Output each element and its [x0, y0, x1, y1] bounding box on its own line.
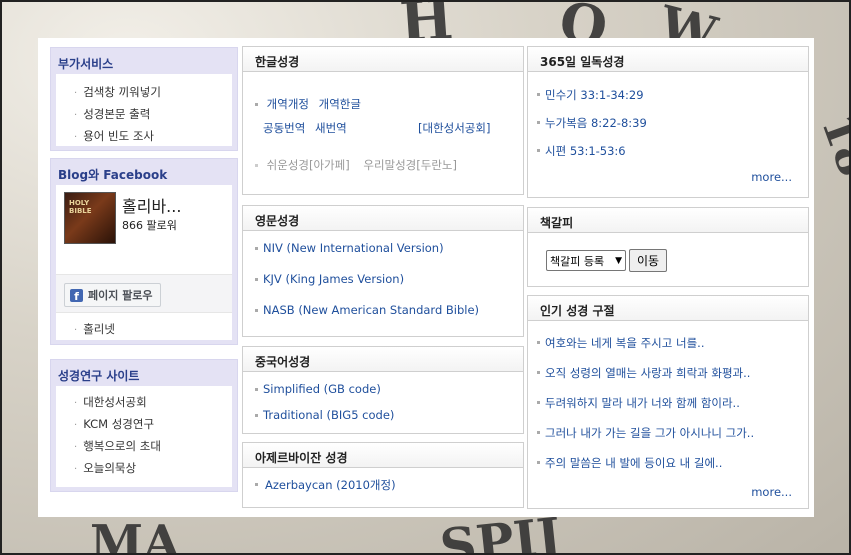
- research-item-bible-society[interactable]: · 대한성서공회: [74, 392, 232, 414]
- chinese-bible-title: 중국어성경: [243, 347, 523, 372]
- popular-more-link[interactable]: more...: [751, 485, 792, 499]
- azerbaijani-bible-list: Azerbaycan (2010개정): [243, 468, 523, 493]
- link-simplified[interactable]: Simplified (GB code): [255, 382, 523, 408]
- daily-item-psalms[interactable]: 시편 53:1-53:6: [537, 143, 808, 171]
- services-list: · 검색창 끼워넣기 · 성경본문 출력 · 용어 빈도 조사: [56, 74, 232, 152]
- chinese-bible-box: 중국어성경 Simplified (GB code) Traditional (…: [242, 346, 524, 434]
- link-kjv[interactable]: KJV (King James Version): [255, 272, 523, 303]
- page-thumbnail[interactable]: HOLY BIBLE: [64, 192, 116, 244]
- daily-reading-title: 365일 일독성경: [528, 47, 808, 72]
- daily-item-numbers[interactable]: 민수기 33:1-34:29: [537, 87, 808, 115]
- korean-bible-box: 한글성경 개역개정 개역한글 공동번역 새번역 [대한성서공회] 쉬운성경[아가…: [242, 46, 524, 195]
- bookmark-title: 책갈피: [528, 208, 808, 233]
- research-item-kcm[interactable]: · KCM 성경연구: [74, 414, 232, 436]
- daily-more-link[interactable]: more...: [751, 170, 792, 184]
- daily-reading-list: 민수기 33:1-34:29 누가복음 8:22-8:39 시편 53:1-53…: [528, 72, 808, 171]
- korean-bible-title: 한글성경: [243, 47, 523, 72]
- services-item-print[interactable]: · 성경본문 출력: [74, 104, 232, 126]
- blog-list: · 홀리넷: [56, 313, 232, 345]
- link-niv[interactable]: NIV (New International Version): [255, 241, 523, 272]
- azerbaijani-bible-title: 아제르바이잔 성경: [243, 443, 523, 468]
- services-title: 부가서비스: [58, 57, 114, 71]
- popular-verses-title: 인기 성경 구절: [528, 296, 808, 321]
- link-easy-bible[interactable]: 쉬운성경[아가페]: [267, 158, 350, 172]
- link-our-bible[interactable]: 우리말성경[두란노]: [363, 158, 457, 172]
- bookmark-go-button[interactable]: 이동: [629, 249, 668, 272]
- popular-verse-4[interactable]: 그러나 내가 가는 길을 그가 아시나니 그가..: [537, 425, 808, 455]
- research-title: 성경연구 사이트: [58, 369, 140, 383]
- blog-item-holynet[interactable]: · 홀리넷: [74, 319, 232, 341]
- link-azerbaycan[interactable]: Azerbaycan (2010개정): [255, 477, 523, 493]
- main-panel: 부가서비스 · 검색창 끼워넣기 · 성경본문 출력 · 용어 빈도 조사 Blog와…: [38, 38, 814, 517]
- chevron-down-icon: ▼: [615, 255, 622, 266]
- bookmark-select[interactable]: 책갈피 등록 ▼: [546, 250, 626, 271]
- link-bible-society[interactable]: [대한성서공회]: [418, 120, 490, 136]
- link-revised-korean[interactable]: 개역개정: [267, 97, 309, 111]
- facebook-icon: f: [70, 288, 83, 302]
- english-bible-box: 영문성경 NIV (New International Version) KJV…: [242, 205, 524, 337]
- bookmark-box: 책갈피 책갈피 등록 ▼ 이동: [527, 207, 809, 287]
- english-bible-title: 영문성경: [243, 206, 523, 231]
- follow-page-button[interactable]: f 페이지 팔로우: [64, 283, 161, 307]
- page-name[interactable]: 홀리바...: [122, 192, 224, 217]
- link-new-translation[interactable]: 새번역: [315, 121, 347, 135]
- popular-verse-2[interactable]: 오직 성령의 열매는 사랑과 희락과 화평과..: [537, 365, 808, 395]
- daily-reading-box: 365일 일독성경 민수기 33:1-34:29 누가복음 8:22-8:39 …: [527, 46, 809, 198]
- services-item-frequency[interactable]: · 용어 빈도 조사: [74, 126, 232, 148]
- popular-verses-list: 여호와는 네게 복을 주시고 너를.. 오직 성령의 열매는 사랑과 희락과 화…: [528, 321, 808, 485]
- popular-verse-1[interactable]: 여호와는 네게 복을 주시고 너를..: [537, 335, 808, 365]
- blog-title: Blog와 Facebook: [58, 168, 168, 182]
- popular-verses-box: 인기 성경 구절 여호와는 네게 복을 주시고 너를.. 오직 성령의 열매는 …: [527, 295, 809, 509]
- facebook-card: HOLY BIBLE 홀리바... 866 팔로워: [56, 185, 232, 275]
- research-list: · 대한성서공회 · KCM 성경연구 · 행복으로의 초대 · 오늘의묵상: [56, 386, 232, 484]
- azerbaijani-bible-box: 아제르바이잔 성경 Azerbaycan (2010개정): [242, 442, 524, 508]
- follower-count: 866 팔로워: [122, 219, 177, 232]
- link-traditional[interactable]: Traditional (BIG5 code): [255, 408, 523, 434]
- popular-verse-3[interactable]: 두려워하지 말라 내가 너와 함께 함이라..: [537, 395, 808, 425]
- english-bible-list: NIV (New International Version) KJV (Kin…: [243, 231, 523, 334]
- services-box: 부가서비스 · 검색창 끼워넣기 · 성경본문 출력 · 용어 빈도 조사: [50, 47, 238, 151]
- research-box: 성경연구 사이트 · 대한성서공회 · KCM 성경연구 · 행복으로의 초대 · 오늘…: [50, 359, 238, 492]
- link-nasb[interactable]: NASB (New American Standard Bible): [255, 303, 523, 334]
- link-common-translation[interactable]: 공동번역: [263, 121, 305, 135]
- link-korean-revised[interactable]: 개역한글: [319, 97, 361, 111]
- research-item-happiness[interactable]: · 행복으로의 초대: [74, 436, 232, 458]
- daily-item-luke[interactable]: 누가복음 8:22-8:39: [537, 115, 808, 143]
- research-item-meditation[interactable]: · 오늘의묵상: [74, 458, 232, 480]
- chinese-bible-list: Simplified (GB code) Traditional (BIG5 c…: [243, 372, 523, 434]
- blog-box: Blog와 Facebook HOLY BIBLE 홀리바... 866 팔로워 …: [50, 158, 238, 345]
- popular-verse-5[interactable]: 주의 말씀은 내 발에 등이요 내 길에..: [537, 455, 808, 485]
- services-item-search-embed[interactable]: · 검색창 끼워넣기: [74, 82, 232, 104]
